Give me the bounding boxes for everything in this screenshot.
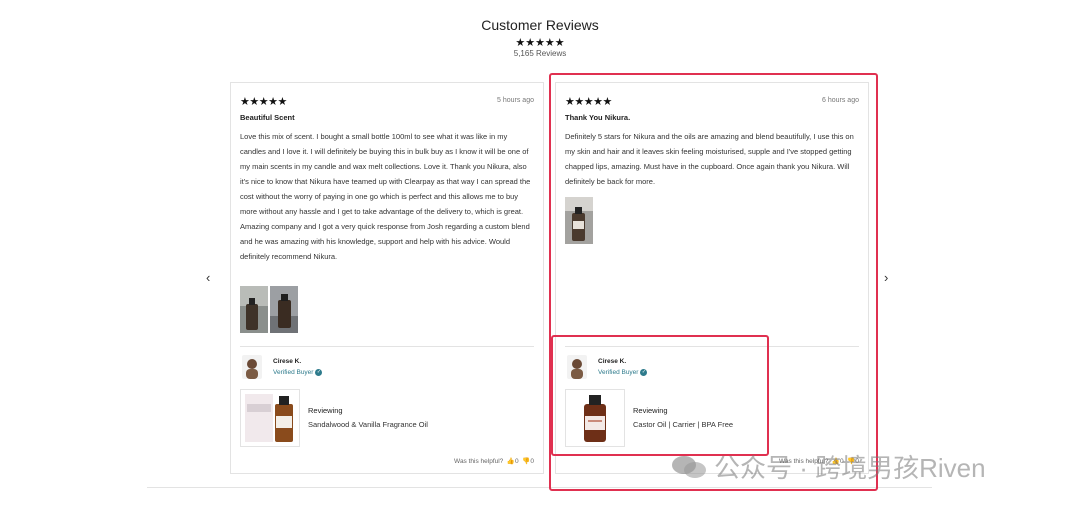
reviewer-name: Cirese K. <box>273 358 302 365</box>
thumbs-down-count: 0 <box>530 458 534 465</box>
divider <box>240 346 534 347</box>
next-arrow-icon[interactable]: › <box>884 270 888 285</box>
check-badge-icon: ✓ <box>315 369 323 376</box>
helpful-row: Was this helpful? 👍0 👎0 <box>454 457 534 465</box>
reviews-header: Customer Reviews ★★★★★ 5,165 Reviews <box>0 17 1080 58</box>
review-body: Love this mix of scent. I bought a small… <box>240 132 531 261</box>
thumbs-down-icon[interactable]: 👎 <box>520 458 530 465</box>
wechat-icon <box>672 455 706 478</box>
watermark: 公众号 · 跨境男孩Riven <box>670 448 986 485</box>
prev-arrow-icon[interactable]: ‹ <box>206 270 210 285</box>
product-image[interactable] <box>240 389 300 447</box>
review-stars: ★★★★★ <box>240 96 287 108</box>
review-card: ★★★★★ 5 hours ago Beautiful Scent Love t… <box>230 82 544 474</box>
verified-buyer: Verified Buyer ✓ <box>273 369 323 377</box>
review-photos <box>240 286 298 333</box>
reviewing-label: Reviewing <box>308 406 343 415</box>
highlight-box <box>551 335 769 456</box>
review-title: Beautiful Scent <box>240 113 295 122</box>
product-name[interactable]: Sandalwood & Vanilla Fragrance Oil <box>308 420 428 429</box>
review-photo[interactable] <box>240 286 268 333</box>
overall-rating-stars: ★★★★★ <box>515 37 565 49</box>
helpful-label: Was this helpful? <box>454 458 504 465</box>
thumbs-up-count: 0 <box>515 458 519 465</box>
watermark-text: 公众号 · 跨境男孩Riven <box>714 453 986 483</box>
review-count: 5,165 Reviews <box>513 49 567 58</box>
section-title: Customer Reviews <box>481 17 599 33</box>
avatar <box>242 355 262 379</box>
thumbs-up-icon[interactable]: 👍 <box>505 458 515 465</box>
review-time: 5 hours ago <box>497 97 534 104</box>
verified-label: Verified Buyer <box>273 369 314 377</box>
review-photo[interactable] <box>270 286 298 333</box>
